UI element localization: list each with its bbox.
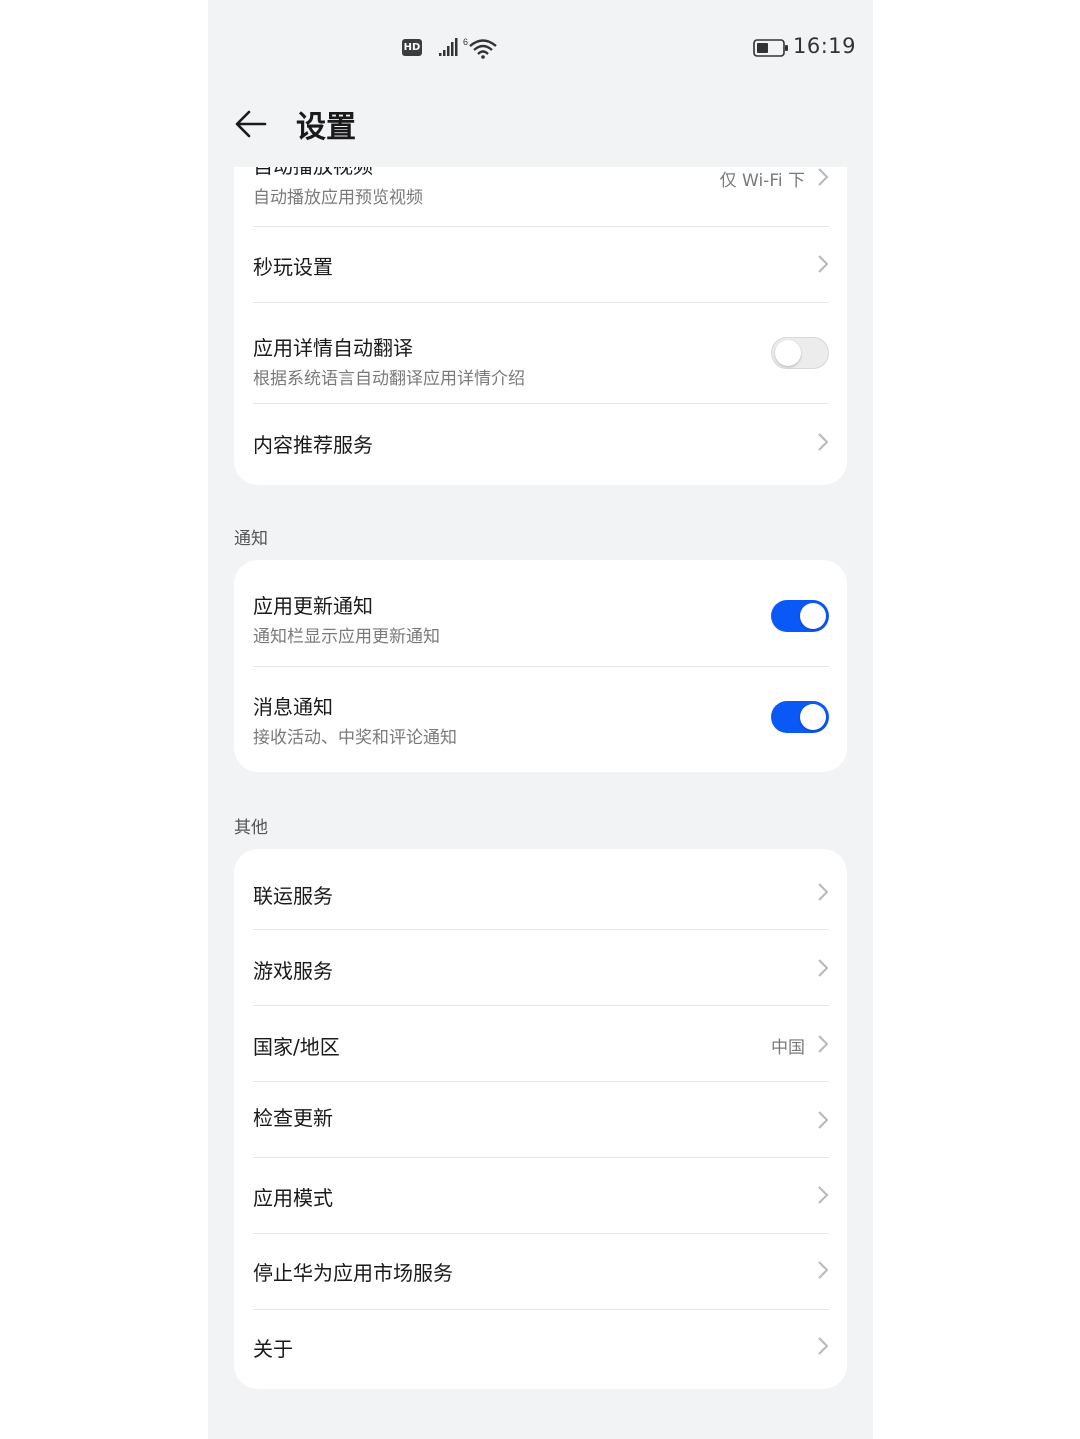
other-settings-card: 联运服务 游戏服务 国家/地区 中国 检查更新 应用模式 停止华为应用市场服务 … (234, 849, 847, 1389)
status-bar: HD 6 16:19 (208, 0, 873, 96)
row-title: 检查更新 (253, 1106, 333, 1130)
row-value: 仅 Wi-Fi 下 (719, 171, 805, 191)
update-notification-row[interactable]: 应用更新通知 通知栏显示应用更新通知 (253, 560, 829, 666)
row-title: 联运服务 (253, 884, 333, 908)
row-title: 停止华为应用市场服务 (253, 1261, 453, 1285)
row-title: 自动播放视频 (253, 167, 373, 179)
content-recommendation-row[interactable]: 内容推荐服务 (253, 404, 829, 485)
message-notification-toggle[interactable] (771, 701, 829, 733)
row-title: 内容推荐服务 (253, 433, 373, 457)
row-title: 应用详情自动翻译 (253, 336, 413, 360)
joint-operation-row[interactable]: 联运服务 (253, 849, 829, 929)
page-title: 设置 (296, 110, 356, 145)
row-subtitle: 接收活动、中奖和评论通知 (253, 728, 457, 748)
message-notification-row[interactable]: 消息通知 接收活动、中奖和评论通知 (253, 667, 829, 772)
battery-icon (753, 39, 788, 57)
clock: 16:19 (793, 34, 857, 58)
chevron-right-icon (818, 1186, 829, 1204)
about-row[interactable]: 关于 (253, 1310, 829, 1389)
check-update-row[interactable]: 检查更新 (253, 1082, 829, 1157)
phone-screen: HD 6 16:19 设置 自动播放视频 (208, 0, 873, 1439)
chevron-right-icon (818, 255, 829, 273)
chevron-right-icon (818, 1337, 829, 1355)
chevron-right-icon (818, 168, 829, 186)
hd-badge: HD (402, 39, 422, 56)
row-title: 应用更新通知 (253, 594, 373, 618)
row-title: 游戏服务 (253, 959, 333, 983)
row-title: 关于 (253, 1337, 293, 1361)
toggle-knob (775, 340, 801, 366)
row-value: 中国 (771, 1038, 805, 1058)
toggle-knob (800, 704, 826, 730)
row-title: 国家/地区 (253, 1035, 340, 1059)
chevron-right-icon (818, 1261, 829, 1279)
wifi-icon: 6 (463, 37, 497, 59)
stop-service-row[interactable]: 停止华为应用市场服务 (253, 1234, 829, 1309)
wifi-6-label: 6 (463, 37, 468, 47)
row-subtitle: 自动播放应用预览视频 (253, 188, 423, 208)
signal-icon (439, 38, 458, 56)
chevron-right-icon (818, 959, 829, 977)
chevron-right-icon (818, 1035, 829, 1053)
chevron-right-icon (818, 433, 829, 451)
row-title: 应用模式 (253, 1186, 333, 1210)
notifications-card: 应用更新通知 通知栏显示应用更新通知 消息通知 接收活动、中奖和评论通知 (234, 560, 847, 772)
toggle-knob (800, 603, 826, 629)
instant-play-row[interactable]: 秒玩设置 (253, 227, 829, 302)
autoplay-video-row[interactable]: 自动播放视频 自动播放应用预览视频 仅 Wi-Fi 下 (253, 167, 829, 226)
country-region-row[interactable]: 国家/地区 中国 (253, 1006, 829, 1081)
row-title: 消息通知 (253, 695, 333, 719)
chevron-right-icon (818, 883, 829, 901)
row-title: 秒玩设置 (253, 255, 333, 279)
section-label-other: 其他 (234, 818, 268, 838)
auto-translate-toggle[interactable] (771, 337, 829, 369)
app-mode-row[interactable]: 应用模式 (253, 1158, 829, 1233)
row-subtitle: 通知栏显示应用更新通知 (253, 627, 440, 647)
update-notification-toggle[interactable] (771, 600, 829, 632)
game-service-row[interactable]: 游戏服务 (253, 930, 829, 1005)
general-settings-card: 自动播放视频 自动播放应用预览视频 仅 Wi-Fi 下 秒玩设置 应用详情自动翻… (234, 167, 847, 485)
settings-scroll-area[interactable]: 自动播放视频 自动播放应用预览视频 仅 Wi-Fi 下 秒玩设置 应用详情自动翻… (208, 167, 873, 1439)
back-arrow-icon[interactable] (233, 106, 269, 142)
chevron-right-icon (818, 1111, 829, 1129)
row-subtitle: 根据系统语言自动翻译应用详情介绍 (253, 369, 525, 389)
section-label-notifications: 通知 (234, 529, 268, 549)
auto-translate-row[interactable]: 应用详情自动翻译 根据系统语言自动翻译应用详情介绍 (253, 303, 829, 403)
